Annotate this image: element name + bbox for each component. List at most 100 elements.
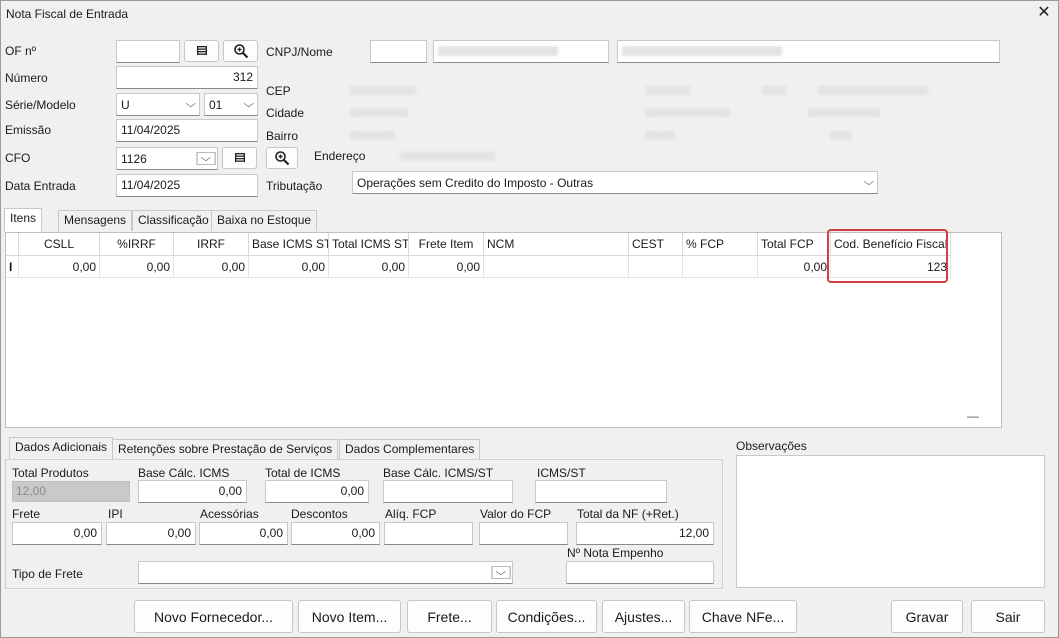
cell-total-icms-st[interactable]: 0,00: [329, 256, 409, 278]
window-title: Nota Fiscal de Entrada: [6, 7, 129, 21]
acessorias-label: Acessórias: [200, 507, 259, 521]
modelo-select[interactable]: 01 ⌵: [204, 93, 258, 116]
acessorias-input[interactable]: 0,00: [199, 522, 288, 545]
ajustes-button[interactable]: Ajustes...: [602, 600, 685, 633]
sair-button[interactable]: Sair: [971, 600, 1045, 633]
emissao-input[interactable]: 11/04/2025: [116, 119, 258, 142]
descontos-input[interactable]: 0,00: [291, 522, 380, 545]
valor-fcp-label: Valor do FCP: [480, 507, 552, 521]
ddd-value: [762, 86, 786, 95]
row-marker: I: [6, 256, 19, 278]
novo-fornecedor-button[interactable]: Novo Fornecedor...: [134, 600, 293, 633]
col-csll[interactable]: CSLL: [19, 233, 100, 256]
valor-fcp-input[interactable]: [479, 522, 568, 545]
total-produtos-input: 12,00: [12, 481, 130, 502]
modelo-value: 01: [209, 97, 223, 112]
data-entrada-input[interactable]: 11/04/2025: [116, 174, 258, 197]
bairro-value: [350, 131, 395, 140]
tab-mensagens[interactable]: Mensagens: [58, 210, 133, 231]
col-frete-item[interactable]: Frete Item: [409, 233, 484, 256]
cell-ncm[interactable]: [484, 256, 629, 278]
close-icon[interactable]: ✕: [1034, 3, 1054, 23]
tab-dados-complementares[interactable]: Dados Complementares: [339, 439, 481, 460]
col-cest[interactable]: CEST: [629, 233, 683, 256]
cell-total-fcp[interactable]: 0,00: [758, 256, 831, 278]
base-icms-st-input[interactable]: [383, 480, 513, 503]
cell-fcp-pct[interactable]: [683, 256, 758, 278]
icms-st-label: ICMS/ST: [537, 466, 586, 480]
tributacao-select[interactable]: Operações sem Credito do Imposto - Outra…: [352, 171, 878, 194]
nota-empenho-label: Nº Nota Empenho: [567, 546, 664, 560]
tipo-frete-select[interactable]: ⌵: [138, 561, 513, 584]
cell-irrf[interactable]: 0,00: [174, 256, 249, 278]
numero-label: Número: [5, 71, 48, 85]
ie-value: [645, 108, 730, 117]
chevron-down-icon: ⌵: [196, 152, 216, 165]
row-indicator-header: [6, 233, 19, 256]
chevron-down-icon: ⌵: [243, 99, 255, 110]
cell-irrf-pct[interactable]: 0,00: [100, 256, 174, 278]
of-input[interactable]: [116, 40, 180, 63]
col-ncm[interactable]: NCM: [484, 233, 629, 256]
cell-base-icms-st[interactable]: 0,00: [249, 256, 329, 278]
base-icms-input[interactable]: 0,00: [138, 480, 247, 503]
frete-input[interactable]: 0,00: [12, 522, 102, 545]
cnpj-code-input[interactable]: [370, 40, 427, 63]
descontos-label: Descontos: [291, 507, 348, 521]
col-irrf[interactable]: IRRF: [174, 233, 249, 256]
cell-cest[interactable]: [629, 256, 683, 278]
aliq-fcp-label: Alíq. FCP: [385, 507, 437, 521]
aliq-fcp-input[interactable]: [384, 522, 473, 545]
magnifier-icon[interactable]: [266, 147, 298, 169]
tributacao-value: Operações sem Credito do Imposto - Outra…: [357, 175, 594, 190]
bairro-label: Bairro: [266, 129, 299, 143]
fone-value: [818, 86, 928, 95]
total-nf-input[interactable]: 12,00: [576, 522, 714, 545]
col-fcp-pct[interactable]: % FCP: [683, 233, 758, 256]
misc2-value: [830, 131, 852, 140]
gravar-button[interactable]: Gravar: [891, 600, 963, 633]
observacoes-label: Observações: [736, 439, 807, 453]
cnpj-input[interactable]: [433, 40, 609, 63]
endereco-label: Endereço: [314, 149, 366, 163]
base-icms-st-label: Base Cálc. ICMS/ST: [383, 466, 494, 480]
total-produtos-label: Total Produtos: [12, 466, 89, 480]
magnifier-icon[interactable]: [223, 40, 258, 62]
col-total-icms-st[interactable]: Total ICMS ST: [329, 233, 409, 256]
cell-csll[interactable]: 0,00: [19, 256, 100, 278]
nota-empenho-input[interactable]: [566, 561, 714, 584]
misc-value: [645, 131, 675, 140]
nome-input[interactable]: [617, 40, 1000, 63]
serie-value: U: [121, 97, 130, 112]
condicoes-button[interactable]: Condições...: [496, 600, 597, 633]
tab-retencoes[interactable]: Retenções sobre Prestação de Serviços: [112, 439, 339, 460]
tab-dados-adicionais[interactable]: Dados Adicionais: [9, 437, 114, 460]
chevron-down-icon: ⌵: [491, 566, 511, 579]
serie-select[interactable]: U ⌵: [116, 93, 200, 116]
ipi-input[interactable]: 0,00: [106, 522, 196, 545]
cell-frete-item[interactable]: 0,00: [409, 256, 484, 278]
cfo-label: CFO: [5, 151, 31, 165]
tab-classificacao[interactable]: Classificação: [132, 210, 215, 231]
list-icon[interactable]: [184, 40, 219, 62]
chevron-down-icon: ⌵: [863, 177, 875, 188]
col-total-fcp[interactable]: Total FCP: [758, 233, 831, 256]
col-base-icms-st[interactable]: Base ICMS ST: [249, 233, 329, 256]
novo-item-button[interactable]: Novo Item...: [298, 600, 401, 633]
numero-input[interactable]: 312: [116, 66, 258, 89]
uf-value: [645, 86, 690, 95]
tributacao-label: Tributação: [266, 179, 323, 193]
icms-st-input[interactable]: [535, 480, 667, 503]
tab-itens[interactable]: Itens: [4, 208, 43, 232]
grid-footer-icon[interactable]: —: [963, 409, 983, 423]
frete-button[interactable]: Frete...: [407, 600, 492, 633]
total-icms-input[interactable]: 0,00: [265, 480, 369, 503]
list-icon[interactable]: [222, 147, 257, 169]
ipi-label: IPI: [108, 507, 123, 521]
col-irrf-pct[interactable]: %IRRF: [100, 233, 174, 256]
highlight-box: [827, 229, 948, 283]
chave-nfe-button[interactable]: Chave NFe...: [689, 600, 797, 633]
tab-baixa-estoque[interactable]: Baixa no Estoque: [211, 210, 318, 231]
observacoes-textarea[interactable]: [736, 455, 1045, 588]
cfo-select[interactable]: 1126 ⌵: [116, 147, 218, 170]
